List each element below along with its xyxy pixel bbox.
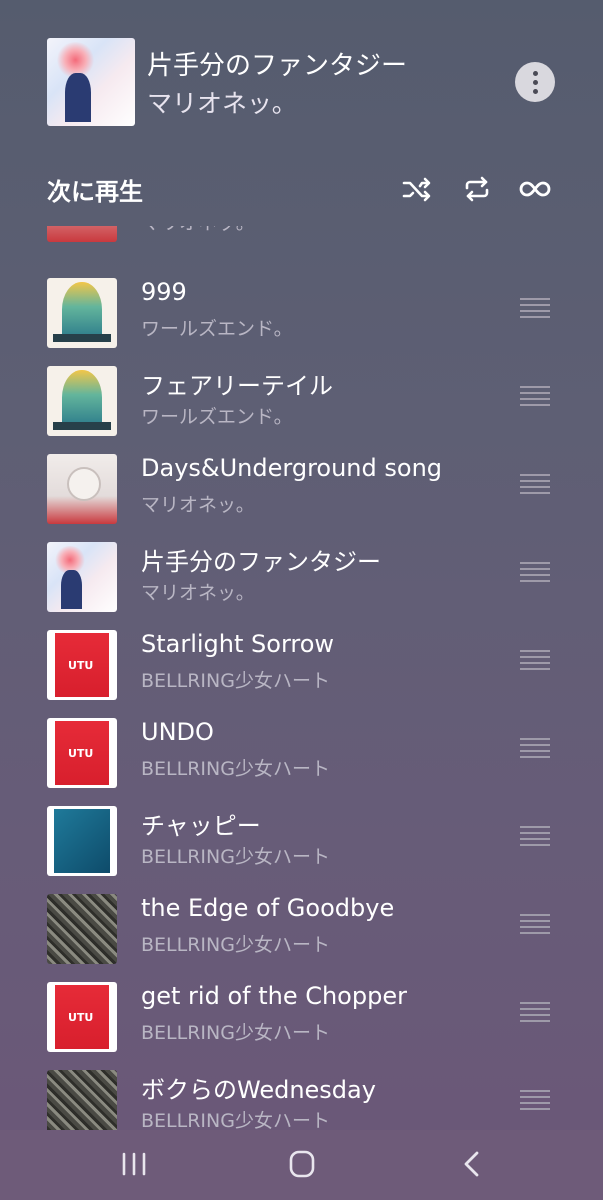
repeat-icon[interactable] xyxy=(460,172,494,206)
more-options-icon[interactable] xyxy=(515,62,555,102)
queue-row[interactable]: ボクらのWednesday BELLRING少女ハート xyxy=(0,1062,603,1130)
now-playing-title: 片手分のファンタジー xyxy=(147,51,408,81)
queue-row[interactable]: get rid of the Chopper BELLRING少女ハート xyxy=(0,974,603,1062)
shuffle-icon[interactable] xyxy=(400,172,434,206)
drag-handle-icon[interactable] xyxy=(520,1090,550,1114)
queue-row-artist: ワールズエンド。 xyxy=(141,406,293,428)
queue-row-title: フェアリーテイル xyxy=(141,372,333,400)
queue-row[interactable]: Starlight Sorrow BELLRING少女ハート xyxy=(0,622,603,710)
queue-row-artist: BELLRING少女ハート xyxy=(141,758,330,780)
queue-row-artist: BELLRING少女ハート xyxy=(141,934,330,956)
drag-handle-icon[interactable] xyxy=(520,826,550,850)
album-art xyxy=(47,542,117,612)
queue-row-artist: マリオネッ。 xyxy=(141,226,255,235)
queue-row-artist: マリオネッ。 xyxy=(141,494,255,516)
album-art xyxy=(47,982,117,1052)
queue-row-title: Starlight Sorrow xyxy=(141,630,335,658)
queue-title: 次に再生 xyxy=(47,178,143,206)
queue-row-artist: BELLRING少女ハート xyxy=(141,846,330,868)
album-art xyxy=(47,454,117,524)
queue-row-artist: BELLRING少女ハート xyxy=(141,1022,330,1044)
queue-row-title: 片手分のファンタジー xyxy=(141,548,381,576)
now-playing-artist: マリオネッ。 xyxy=(147,89,297,118)
infinite-icon[interactable] xyxy=(518,172,552,206)
queue-row-title: チャッピー xyxy=(141,812,261,840)
queue-row[interactable]: 片手分のファンタジー マリオネッ。 xyxy=(0,534,603,622)
queue-row[interactable]: Days&Underground song マリオネッ。 xyxy=(0,446,603,534)
queue-row[interactable]: フェアリーテイル ワールズエンド。 xyxy=(0,358,603,446)
drag-handle-icon[interactable] xyxy=(520,474,550,498)
queue-row-partial[interactable]: マリオネッ。 xyxy=(0,226,603,252)
queue-row-artist: BELLRING少女ハート xyxy=(141,1110,330,1130)
album-art xyxy=(47,366,117,436)
drag-handle-icon[interactable] xyxy=(520,738,550,762)
queue-row[interactable]: チャッピー BELLRING少女ハート xyxy=(0,798,603,886)
album-art xyxy=(47,630,117,700)
queue-row-title: get rid of the Chopper xyxy=(141,982,407,1010)
queue-row[interactable]: UNDO BELLRING少女ハート xyxy=(0,710,603,798)
now-playing-album-art[interactable] xyxy=(47,38,135,126)
album-art xyxy=(47,278,117,348)
drag-handle-icon[interactable] xyxy=(520,650,550,674)
queue-row-artist: ワールズエンド。 xyxy=(141,318,293,340)
back-icon[interactable] xyxy=(452,1146,492,1182)
queue-row-title: UNDO xyxy=(141,718,214,746)
drag-handle-icon[interactable] xyxy=(520,562,550,586)
drag-handle-icon[interactable] xyxy=(520,386,550,410)
queue-row-title: ボクらのWednesday xyxy=(141,1076,376,1104)
album-art xyxy=(47,894,117,964)
queue-row-title: the Edge of Goodbye xyxy=(141,894,395,922)
drag-handle-icon[interactable] xyxy=(520,298,550,322)
queue-list[interactable]: マリオネッ。 999 ワールズエンド。 フェアリーテイル ワールズエンド。 Da… xyxy=(0,226,603,1130)
queue-row-artist: マリオネッ。 xyxy=(141,582,255,604)
queue-row-title: Days&Underground song xyxy=(141,454,443,482)
queue-row-title: 999 xyxy=(141,278,187,306)
album-art xyxy=(47,226,117,242)
queue-row[interactable]: the Edge of Goodbye BELLRING少女ハート xyxy=(0,886,603,974)
album-art xyxy=(47,806,117,876)
recents-icon[interactable] xyxy=(114,1146,154,1182)
queue-row-artist: BELLRING少女ハート xyxy=(141,670,330,692)
album-art xyxy=(47,718,117,788)
drag-handle-icon[interactable] xyxy=(520,914,550,938)
drag-handle-icon[interactable] xyxy=(520,1002,550,1026)
home-icon[interactable] xyxy=(282,1146,322,1182)
album-art xyxy=(47,1070,117,1130)
queue-row[interactable]: 999 ワールズエンド。 xyxy=(0,270,603,358)
now-playing-header: 片手分のファンタジー マリオネッ。 xyxy=(0,0,603,160)
system-navigation-bar xyxy=(0,1130,603,1200)
